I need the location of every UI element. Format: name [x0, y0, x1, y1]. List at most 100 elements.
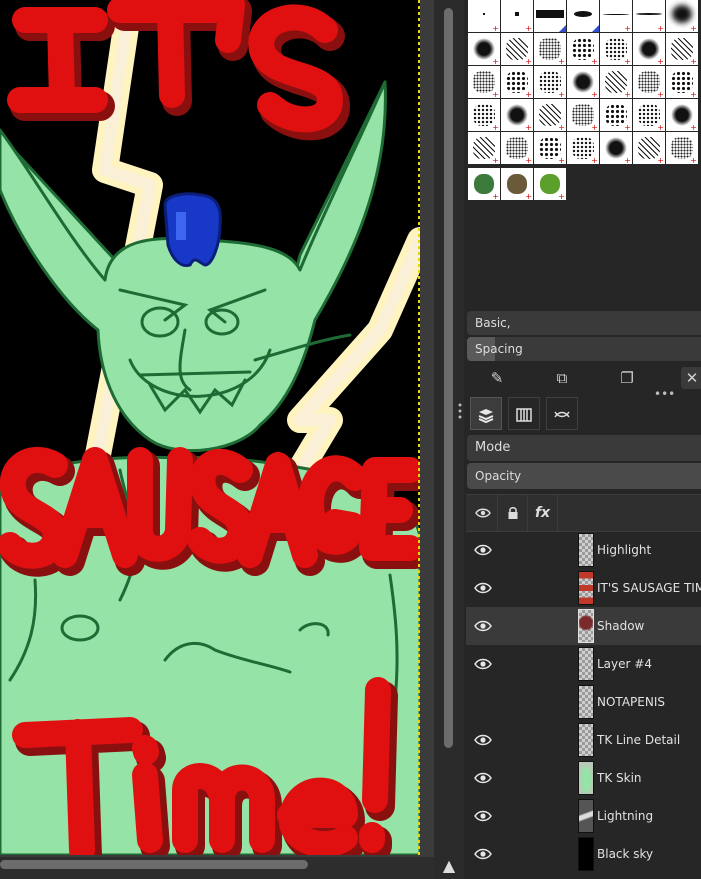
image-canvas-area[interactable] — [0, 0, 434, 879]
tab-paths[interactable] — [546, 397, 578, 430]
brush-add-icon: + — [657, 57, 664, 66]
layer-visibility-eye-icon[interactable] — [474, 807, 492, 825]
brush-preset-thumbnail[interactable]: + — [468, 0, 500, 32]
layer-thumbnail — [578, 609, 594, 643]
brush-preset-thumbnail[interactable]: + — [534, 66, 566, 98]
brush-tag-icon — [559, 25, 566, 32]
artwork-canvas[interactable] — [0, 0, 420, 855]
layer-visibility-eye-icon[interactable] — [474, 617, 492, 635]
brush-add-icon: + — [624, 156, 631, 165]
layer-opacity-slider[interactable]: Opacity — [467, 463, 701, 489]
brush-preset-label: Basic, — [475, 316, 511, 330]
brush-add-icon: + — [492, 192, 499, 201]
brush-preset-thumbnail[interactable]: + — [633, 33, 665, 65]
dock-tabs — [464, 396, 701, 432]
layer-thumbnail — [578, 533, 594, 567]
brush-preset-thumbnail[interactable]: + — [666, 33, 698, 65]
layer-visibility-eye-icon[interactable] — [474, 579, 492, 597]
brush-preset-thumbnail[interactable]: + — [567, 132, 599, 164]
brush-preset-thumbnail[interactable]: + — [666, 99, 698, 131]
brush-preset-thumbnail[interactable]: + — [633, 132, 665, 164]
layer-row[interactable]: NOTAPENIS — [466, 683, 701, 721]
layer-row[interactable]: TK Line Detail — [466, 721, 701, 759]
brush-preset-thumbnail[interactable]: + — [501, 99, 533, 131]
brush-preset-thumbnail[interactable]: + — [468, 33, 500, 65]
horizontal-scrollbar-thumb[interactable] — [0, 860, 308, 869]
brush-preset-thumbnail[interactable]: + — [501, 0, 533, 32]
layer-visibility-toggle[interactable] — [474, 693, 492, 711]
brush-preset-thumbnail[interactable]: + — [633, 0, 665, 32]
layer-name: Layer #4 — [597, 657, 652, 671]
layer-row[interactable]: Layer #4 — [466, 645, 701, 683]
layer-visibility-eye-icon[interactable] — [474, 655, 492, 673]
brush-preset-thumbnail[interactable]: + — [600, 66, 632, 98]
brush-preset-thumbnail[interactable]: + — [600, 99, 632, 131]
brush-preset-thumbnail[interactable]: + — [534, 132, 566, 164]
layer-mode-dropdown[interactable]: Mode — [467, 435, 701, 461]
brush-add-icon: + — [525, 123, 532, 132]
vertical-scrollbar-thumb[interactable] — [444, 8, 453, 748]
brush-preset-thumbnail[interactable]: + — [534, 168, 566, 200]
brush-add-icon: + — [492, 57, 499, 66]
panel-splitter-handle[interactable] — [458, 402, 462, 420]
brush-preset-thumbnail[interactable]: + — [600, 132, 632, 164]
brush-preset-thumbnail[interactable]: + — [501, 132, 533, 164]
brush-preset-thumbnail[interactable]: + — [534, 99, 566, 131]
brush-preset-thumbnail[interactable]: + — [633, 99, 665, 131]
brush-preset-thumbnail[interactable]: + — [468, 132, 500, 164]
fx-label: fx — [534, 505, 551, 521]
layer-thumbnail — [578, 723, 594, 757]
brush-add-icon: + — [624, 90, 631, 99]
brush-preset-thumbnail[interactable]: + — [666, 0, 698, 32]
delete-brush-icon[interactable]: ✕ — [681, 367, 701, 389]
brush-preset-thumbnail[interactable]: + — [633, 66, 665, 98]
brush-preset-thumbnail[interactable]: + — [468, 168, 500, 200]
brush-add-icon: + — [657, 123, 664, 132]
brush-add-icon: + — [690, 90, 697, 99]
layer-row[interactable]: Lightning — [466, 797, 701, 835]
layer-row[interactable]: TK Skin — [466, 759, 701, 797]
layer-row[interactable]: IT'S SAUSAGE TIME — [466, 569, 701, 607]
layer-row[interactable]: Shadow — [466, 607, 701, 645]
layer-list[interactable]: Highlight IT'S SAUSAGE TIME Shadow Layer #4… — [466, 531, 701, 879]
brush-add-icon: + — [492, 156, 499, 165]
new-brush-icon[interactable]: ⧉ — [551, 367, 573, 389]
brush-preset-thumbnail[interactable]: + — [501, 66, 533, 98]
brush-preset-thumbnail[interactable]: + — [501, 168, 533, 200]
layer-visibility-eye-icon[interactable] — [474, 541, 492, 559]
brush-preset-thumbnail[interactable]: + — [501, 33, 533, 65]
brush-add-icon: + — [525, 156, 532, 165]
brush-preset-thumbnail[interactable] — [567, 0, 599, 32]
layer-name: Lightning — [597, 809, 654, 823]
brush-preset-field[interactable]: Basic, — [467, 311, 701, 335]
brush-preset-thumbnail[interactable]: + — [666, 132, 698, 164]
navigate-icon[interactable]: ▲ — [440, 857, 458, 875]
lock-icon — [498, 495, 528, 531]
brush-add-icon: + — [558, 90, 565, 99]
brush-preset-thumbnail[interactable]: + — [567, 99, 599, 131]
duplicate-brush-icon[interactable]: ❐ — [616, 367, 638, 389]
brush-preset-thumbnail[interactable]: + — [666, 66, 698, 98]
edit-brush-icon[interactable]: ✎ — [486, 367, 508, 389]
layer-row[interactable]: Highlight — [466, 531, 701, 569]
brush-preset-thumbnail[interactable]: + — [600, 33, 632, 65]
brush-preset-thumbnail[interactable] — [534, 0, 566, 32]
brush-preset-thumbnail[interactable]: + — [567, 66, 599, 98]
tab-layers[interactable] — [470, 397, 502, 430]
layer-visibility-eye-icon[interactable] — [474, 769, 492, 787]
brush-preset-thumbnail[interactable]: + — [468, 99, 500, 131]
layer-thumbnail — [578, 685, 594, 719]
spacing-slider[interactable]: Spacing — [467, 337, 701, 361]
layer-visibility-eye-icon[interactable] — [474, 731, 492, 749]
brush-preset-thumbnail[interactable]: + — [534, 33, 566, 65]
layer-list-header: fx — [466, 494, 701, 532]
docks-panel: + + + + + + + + + + + + + + + + + + + + + + + + + + + + + + + + + + + + Bas… — [464, 0, 701, 879]
brush-shape-preview — [672, 5, 692, 23]
layer-row[interactable]: Black sky — [466, 835, 701, 873]
brush-preset-thumbnail[interactable]: + — [600, 0, 632, 32]
brush-preset-thumbnail[interactable]: + — [567, 33, 599, 65]
brush-preset-thumbnail[interactable]: + — [468, 66, 500, 98]
layer-visibility-eye-icon[interactable] — [474, 845, 492, 863]
layers-icon — [478, 408, 494, 423]
tab-channels[interactable] — [508, 397, 540, 430]
